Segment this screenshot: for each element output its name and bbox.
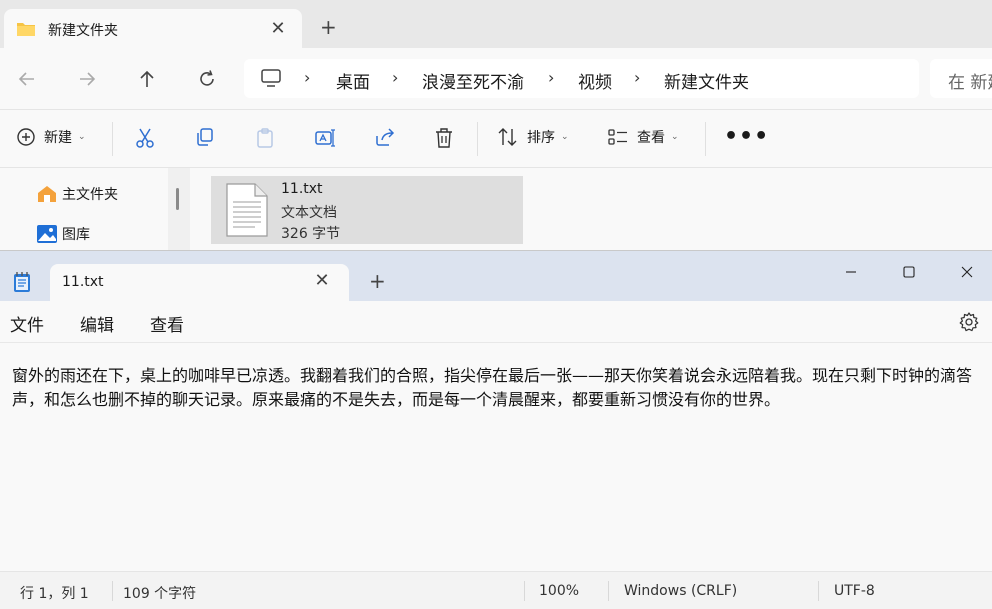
- chevron-down-icon: ⌄: [78, 132, 86, 142]
- file-type: 文本文档: [281, 205, 337, 221]
- rename-icon[interactable]: [314, 127, 336, 149]
- notepad-window: 11.txt ✕ + 文件 编辑 查看 窗外的雨还在下，桌上的咖啡早已凉透。我翻…: [0, 250, 992, 609]
- explorer-nav-bar: › 桌面 › 浪漫至死不渝 › 视频 › 新建文件夹 在 新建文件夹 中搜索: [0, 48, 992, 110]
- up-arrow-icon[interactable]: [136, 68, 158, 90]
- delete-icon[interactable]: [434, 127, 454, 149]
- notepad-title-bar[interactable]: 11.txt ✕ +: [0, 251, 992, 301]
- address-bar[interactable]: › 桌面 › 浪漫至死不渝 › 视频 › 新建文件夹: [244, 59, 919, 98]
- chevron-down-icon: ⌄: [671, 132, 679, 142]
- document-text[interactable]: 窗外的雨还在下，桌上的咖啡早已凉透。我翻着我们的合照，指尖停在最后一张——那天你…: [12, 364, 992, 412]
- notepad-new-tab-icon[interactable]: +: [369, 271, 386, 291]
- view-button-label: 查看: [637, 130, 665, 146]
- notepad-app-icon: [12, 271, 32, 293]
- gallery-icon: [36, 224, 58, 244]
- menu-view[interactable]: 查看: [150, 311, 184, 336]
- explorer-tab-bar: 新建文件夹 ✕ +: [0, 0, 992, 48]
- breadcrumb-chevron-icon: ›: [304, 68, 311, 87]
- breadcrumb-chevron-icon: ›: [548, 68, 555, 87]
- breadcrumb-item[interactable]: 视频: [578, 68, 612, 93]
- status-line-ending[interactable]: Windows (CRLF): [624, 583, 737, 599]
- pane-splitter[interactable]: [168, 168, 190, 250]
- plus-circle-icon: [16, 127, 36, 147]
- notepad-tab[interactable]: 11.txt ✕: [50, 264, 349, 301]
- more-options-icon[interactable]: •••: [724, 124, 769, 149]
- search-placeholder: 在 新建文件夹 中搜索: [948, 73, 992, 93]
- search-input[interactable]: 在 新建文件夹 中搜索: [930, 59, 992, 98]
- status-divider: [524, 581, 525, 601]
- status-divider: [112, 581, 113, 601]
- status-zoom[interactable]: 100%: [539, 583, 579, 599]
- menu-edit[interactable]: 编辑: [80, 311, 114, 336]
- text-document-icon: [225, 182, 269, 238]
- sidebar-item-home[interactable]: 主文件夹: [36, 184, 118, 204]
- breadcrumb-item[interactable]: 桌面: [336, 68, 370, 93]
- sidebar-item-gallery[interactable]: 图库: [36, 224, 90, 244]
- status-divider: [818, 581, 819, 601]
- menu-file[interactable]: 文件: [10, 311, 44, 336]
- sidebar-item-label: 主文件夹: [62, 187, 118, 203]
- breadcrumb-chevron-icon: ›: [392, 68, 399, 87]
- view-button[interactable]: 查看 ⌄: [607, 127, 679, 147]
- breadcrumb-item[interactable]: 浪漫至死不渝: [422, 68, 524, 93]
- toolbar-divider: [477, 122, 478, 156]
- new-button[interactable]: 新建 ⌄: [16, 127, 86, 147]
- explorer-command-bar: 新建 ⌄ 排序 ⌄ 查看 ⌄ •••: [0, 110, 992, 168]
- view-list-icon: [607, 127, 629, 147]
- file-name: 11.txt: [281, 181, 323, 197]
- back-arrow-icon[interactable]: [16, 68, 38, 90]
- new-button-label: 新建: [44, 130, 72, 146]
- cut-icon[interactable]: [135, 127, 155, 149]
- status-cursor-position: 行 1，列 1: [20, 586, 89, 602]
- explorer-tab-close-icon[interactable]: ✕: [268, 19, 288, 39]
- settings-gear-icon[interactable]: [958, 311, 980, 333]
- sort-icon: [497, 127, 519, 147]
- file-explorer-window: 新建文件夹 ✕ + › 桌面 › 浪漫至死不渝 › 视频 › 新建文件夹 在 新…: [0, 0, 992, 250]
- sort-button-label: 排序: [527, 130, 555, 146]
- toolbar-divider: [112, 122, 113, 156]
- notepad-tab-title: 11.txt: [62, 274, 104, 290]
- copy-icon[interactable]: [195, 127, 215, 147]
- toolbar-divider: [705, 122, 706, 156]
- explorer-new-tab-icon[interactable]: +: [320, 17, 337, 37]
- explorer-tab-title: 新建文件夹: [48, 23, 118, 39]
- folder-icon: [16, 20, 36, 38]
- navigation-pane: 主文件夹 图库: [0, 168, 168, 250]
- explorer-content: 主文件夹 图库 11.txt 文本文档 326 字节: [0, 168, 992, 250]
- notepad-menu-bar: 文件 编辑 查看: [0, 301, 992, 343]
- paste-icon[interactable]: [255, 127, 275, 149]
- maximize-icon[interactable]: [886, 257, 932, 287]
- home-icon: [36, 184, 58, 204]
- status-char-count: 109 个字符: [123, 586, 197, 602]
- share-icon[interactable]: [374, 127, 396, 147]
- sidebar-scrollbar[interactable]: [176, 188, 179, 210]
- file-item-selected[interactable]: 11.txt 文本文档 326 字节: [211, 176, 523, 244]
- status-divider: [608, 581, 609, 601]
- chevron-down-icon: ⌄: [561, 132, 569, 142]
- status-encoding[interactable]: UTF-8: [834, 583, 875, 599]
- status-bar: 行 1，列 1 109 个字符 100% Windows (CRLF) UTF-…: [0, 571, 992, 609]
- sort-button[interactable]: 排序 ⌄: [497, 127, 569, 147]
- notepad-tab-close-icon[interactable]: ✕: [312, 271, 332, 291]
- computer-icon: [260, 68, 282, 88]
- minimize-icon[interactable]: [828, 257, 874, 287]
- text-editor-area[interactable]: 窗外的雨还在下，桌上的咖啡早已凉透。我翻着我们的合照，指尖停在最后一张——那天你…: [0, 343, 992, 571]
- explorer-tab[interactable]: 新建文件夹 ✕: [4, 9, 302, 48]
- forward-arrow-icon[interactable]: [76, 68, 98, 90]
- close-icon[interactable]: [944, 257, 990, 287]
- file-size: 326 字节: [281, 226, 341, 242]
- sidebar-item-label: 图库: [62, 227, 90, 243]
- breadcrumb-chevron-icon: ›: [634, 68, 641, 87]
- refresh-icon[interactable]: [196, 68, 218, 90]
- breadcrumb-item[interactable]: 新建文件夹: [664, 68, 749, 93]
